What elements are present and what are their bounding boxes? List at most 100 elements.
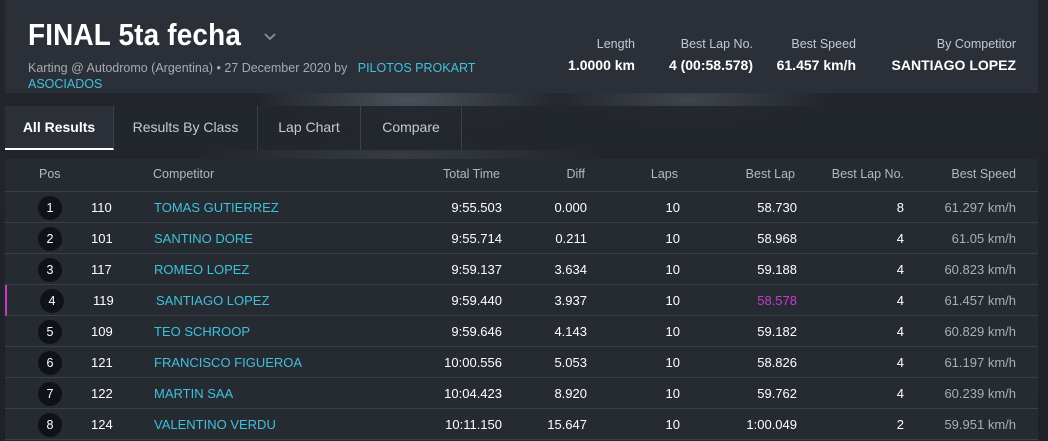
stat-value: 4 (00:58.578) — [668, 57, 753, 73]
diff: 0.211 — [555, 231, 587, 246]
best-lap: 58.578 — [757, 293, 797, 308]
kart-number: 121 — [91, 355, 113, 370]
best-lap-no: 4 — [896, 262, 904, 277]
best-lap: 58.826 — [757, 355, 797, 370]
chevron-down-icon[interactable] — [261, 28, 279, 46]
best-speed: 60.823 km/h — [944, 262, 1016, 277]
diff: 0.000 — [554, 200, 587, 215]
stat-by-competitor: By Competitor SANTIAGO LOPEZ — [892, 37, 1016, 73]
competitor-link[interactable]: MARTIN SAA — [154, 386, 233, 401]
diff: 15.647 — [547, 417, 587, 432]
kart-number: 101 — [91, 231, 113, 246]
kart-number: 119 — [93, 293, 114, 308]
laps: 10 — [665, 324, 680, 339]
kart-number: 110 — [91, 200, 112, 215]
col-best-speed[interactable]: Best Speed — [951, 167, 1016, 181]
event-header: FINAL 5ta fecha Karting @ Autodromo (Arg… — [5, 0, 1038, 93]
col-competitor[interactable]: Competitor — [153, 167, 214, 181]
table-header: Pos Competitor Total Time Diff Laps Best… — [5, 159, 1038, 192]
best-lap-no: 4 — [896, 324, 904, 339]
position-badge: 1 — [38, 196, 62, 220]
total-time: 9:55.714 — [451, 231, 502, 246]
total-time: 9:59.646 — [451, 324, 502, 339]
total-time: 10:11.150 — [445, 417, 502, 432]
best-lap: 59.188 — [757, 262, 797, 277]
competitor-link[interactable]: SANTIAGO LOPEZ — [156, 293, 269, 308]
stat-best-speed: Best Speed 61.457 km/h — [777, 37, 856, 73]
stat-length: Length 1.0000 km — [568, 37, 635, 73]
position-badge: 3 — [38, 258, 62, 282]
col-total-time[interactable]: Total Time — [443, 167, 500, 181]
tab-compare[interactable]: Compare — [361, 106, 462, 150]
stat-best-lap-no: Best Lap No. 4 (00:58.578) — [669, 37, 753, 73]
position-badge: 4 — [40, 289, 64, 313]
competitor-link[interactable]: ROMEO LOPEZ — [154, 262, 249, 277]
best-lap-no: 8 — [896, 200, 904, 215]
competitor-link[interactable]: TOMAS GUTIERREZ — [154, 200, 279, 215]
best-speed: 61.297 km/h — [944, 200, 1016, 215]
total-time: 10:00.556 — [444, 355, 502, 370]
best-lap-no: 4 — [896, 386, 904, 401]
competitor-link[interactable]: VALENTINO VERDU — [154, 417, 276, 432]
col-best-lap-no[interactable]: Best Lap No. — [832, 167, 904, 181]
best-speed: 60.829 km/h — [944, 324, 1016, 339]
best-lap: 1:00.049 — [746, 417, 797, 432]
col-laps[interactable]: Laps — [651, 167, 678, 181]
diff: 5.053 — [554, 355, 587, 370]
kart-number: 109 — [91, 324, 113, 339]
diff: 8.920 — [554, 386, 587, 401]
tab-lap-chart[interactable]: Lap Chart — [258, 106, 361, 150]
table-row[interactable]: 2 101 SANTINO DORE 9:55.714 0.211 10 58.968 4 61… — [5, 223, 1038, 254]
stat-label: Best Lap No. — [680, 37, 753, 51]
total-time: 9:55.503 — [451, 200, 502, 215]
col-pos[interactable]: Pos — [39, 167, 61, 181]
event-subtitle: Karting @ Autodromo (Argentina) • 27 Dec… — [28, 60, 498, 92]
diff: 3.937 — [554, 293, 587, 308]
stat-value: 1.0000 km — [568, 57, 635, 73]
table-row[interactable]: 3 117 ROMEO LOPEZ 9:59.137 3.634 10 59.188 4 60.… — [5, 254, 1038, 285]
laps: 10 — [665, 417, 680, 432]
best-lap: 58.730 — [757, 200, 797, 215]
laps: 10 — [665, 355, 680, 370]
laps: 10 — [665, 386, 680, 401]
tab-results-by-class[interactable]: Results By Class — [114, 106, 258, 150]
best-lap-no: 4 — [896, 293, 904, 308]
table-row[interactable]: 1 110 TOMAS GUTIERREZ 9:55.503 0.000 10 58.730… — [5, 192, 1038, 223]
competitor-link[interactable]: SANTINO DORE — [154, 231, 253, 246]
col-best-lap[interactable]: Best Lap — [746, 167, 795, 181]
laps: 10 — [665, 262, 680, 277]
table-row[interactable]: 6 121 FRANCISCO FIGUEROA 10:00.556 5.053 10 58… — [5, 347, 1038, 378]
best-lap: 59.182 — [757, 324, 797, 339]
diff: 4.143 — [554, 324, 587, 339]
stat-label: Length — [596, 37, 635, 51]
event-meta: Karting @ Autodromo (Argentina) • 27 Dec… — [28, 61, 348, 75]
table-row[interactable]: 4 119 SANTIAGO LOPEZ 9:59.440 3.937 10 58.578 4… — [5, 285, 1038, 316]
total-time: 9:59.137 — [451, 262, 502, 277]
best-lap-no: 4 — [896, 355, 904, 370]
best-lap-no: 2 — [896, 417, 904, 432]
table-row[interactable]: 7 122 MARTIN SAA 10:04.423 8.920 10 59.762 4 60.… — [5, 378, 1038, 409]
position-badge: 5 — [38, 320, 62, 344]
total-time: 9:59.440 — [451, 293, 502, 308]
kart-number: 117 — [91, 262, 112, 277]
table-row[interactable]: 8 124 VALENTINO VERDU 10:11.150 15.647 10 1:00… — [5, 409, 1038, 440]
competitor-link[interactable]: TEO SCHROOP — [154, 324, 250, 339]
table-row[interactable]: 5 109 TEO SCHROOP 9:59.646 4.143 10 59.182 4 60.… — [5, 316, 1038, 347]
best-lap: 58.968 — [757, 231, 797, 246]
laps: 10 — [665, 231, 680, 246]
competitor-link[interactable]: FRANCISCO FIGUEROA — [154, 355, 302, 370]
page-title: FINAL 5ta fecha — [28, 17, 242, 52]
stat-label: By Competitor — [936, 37, 1016, 51]
col-diff[interactable]: Diff — [566, 167, 585, 181]
position-badge: 2 — [38, 227, 62, 251]
position-badge: 6 — [38, 351, 62, 375]
position-badge: 7 — [38, 382, 62, 406]
laps: 10 — [665, 293, 680, 308]
diff: 3.634 — [554, 262, 587, 277]
kart-number: 124 — [91, 417, 113, 432]
best-lap: 59.762 — [757, 386, 797, 401]
best-speed: 61.457 km/h — [944, 293, 1016, 308]
stat-value: 61.457 km/h — [776, 57, 856, 73]
tab-all-results[interactable]: All Results — [5, 106, 114, 150]
best-speed: 61.05 km/h — [951, 231, 1016, 246]
